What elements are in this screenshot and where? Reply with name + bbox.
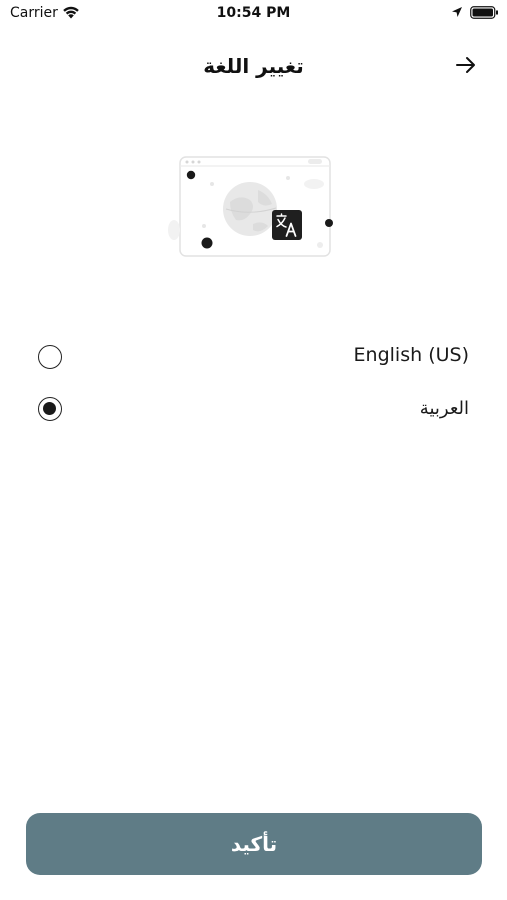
- location-arrow-icon: [452, 7, 462, 17]
- radio-button-arabic[interactable]: [38, 397, 62, 421]
- language-label-arabic: العربية: [419, 398, 469, 419]
- battery-icon: [470, 6, 498, 19]
- confirm-button[interactable]: تأكيد: [26, 813, 482, 875]
- language-illustration: [160, 150, 346, 266]
- language-option-english[interactable]: English (US): [0, 335, 507, 387]
- header: تغيير اللغة: [0, 44, 507, 88]
- clock: 10:54 PM: [216, 5, 291, 21]
- translate-icon: [272, 210, 302, 240]
- language-list: English (US) العربية: [0, 335, 507, 439]
- radio-button-english[interactable]: [38, 345, 62, 369]
- language-option-arabic[interactable]: العربية: [0, 387, 507, 439]
- arrow-right-icon: [456, 57, 475, 73]
- back-button[interactable]: [448, 50, 484, 80]
- browser-globe-illustration: [168, 156, 333, 257]
- page-title: تغيير اللغة: [203, 54, 304, 78]
- status-bar: Carrier 10:54 PM: [0, 0, 507, 28]
- language-label-english: English (US): [353, 344, 469, 366]
